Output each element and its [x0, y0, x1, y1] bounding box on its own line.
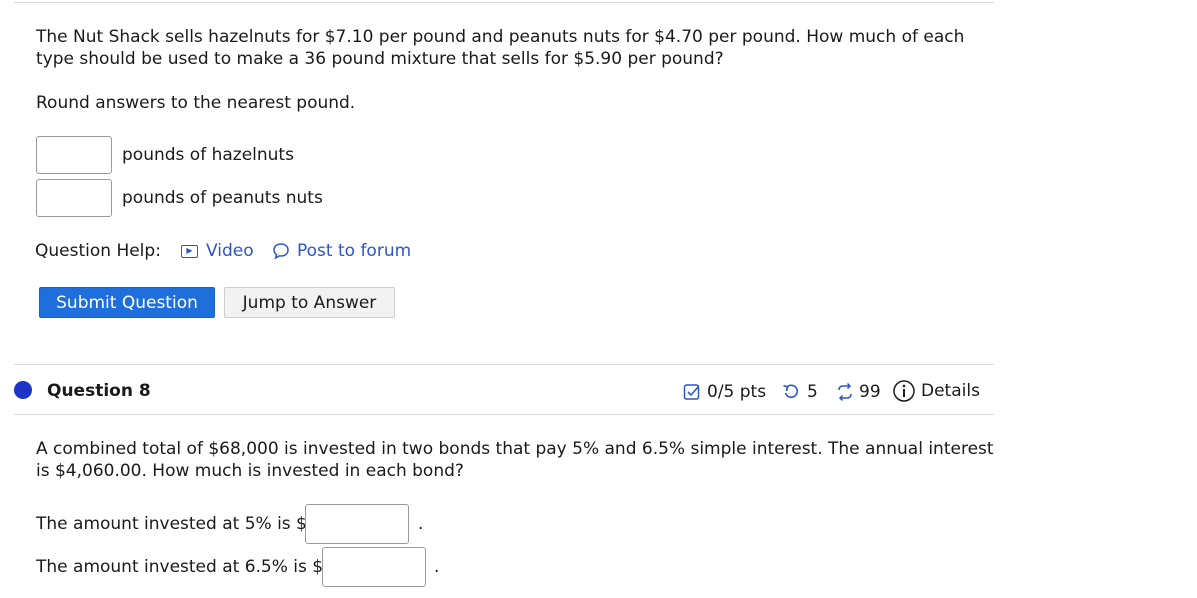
hazelnuts-label: pounds of hazelnuts — [122, 145, 294, 165]
amount-6-5-label: The amount invested at 6.5% is $ — [36, 557, 324, 577]
question-help-label: Question Help: — [35, 241, 161, 261]
details-label: Details — [921, 381, 980, 401]
points-indicator: 0/5 pts — [683, 381, 766, 403]
video-link-label: Video — [206, 241, 254, 261]
retries-indicator: 5 — [781, 381, 818, 403]
hazelnuts-input[interactable] — [36, 136, 112, 174]
peanuts-label: pounds of peanuts nuts — [122, 188, 323, 208]
info-circle-icon — [893, 380, 915, 402]
post-to-forum-label: Post to forum — [297, 241, 412, 261]
jump-to-answer-button[interactable]: Jump to Answer — [224, 287, 395, 318]
cycle-arrows-icon — [838, 382, 852, 402]
amount-5-input[interactable] — [305, 504, 409, 544]
amount-5-label: The amount invested at 5% is $ — [36, 514, 307, 534]
points-value: 0/5 pts — [707, 382, 767, 402]
post-to-forum-link[interactable]: Post to forum — [271, 240, 411, 262]
status-dot-icon — [14, 381, 32, 399]
details-link[interactable]: Details — [892, 379, 980, 403]
play-icon: ▶ — [181, 244, 198, 258]
speech-bubble-icon — [273, 243, 289, 260]
period-1: . — [418, 514, 424, 534]
attempts-value: 99 — [859, 382, 881, 402]
retry-arrow-icon — [783, 384, 799, 399]
amount-6-5-input[interactable] — [322, 547, 426, 587]
video-link[interactable]: ▶ Video — [181, 240, 254, 262]
peanuts-input[interactable] — [36, 179, 112, 217]
submit-question-button[interactable]: Submit Question — [39, 287, 215, 318]
checkbox-icon — [683, 384, 700, 400]
question8-text: A combined total of $68,000 is invested … — [36, 439, 994, 481]
rounding-instruction: Round answers to the nearest pound. — [36, 93, 356, 113]
question-title: Question 8 — [47, 381, 151, 401]
top-divider — [14, 2, 994, 3]
period-2: . — [434, 557, 440, 577]
question-header-bottom-divider — [14, 414, 994, 415]
retries-value: 5 — [807, 382, 818, 402]
question-header-top-divider — [14, 364, 994, 365]
problem-text: The Nut Shack sells hazelnuts for $7.10 … — [36, 27, 965, 69]
attempts-indicator: 99 — [835, 381, 881, 403]
